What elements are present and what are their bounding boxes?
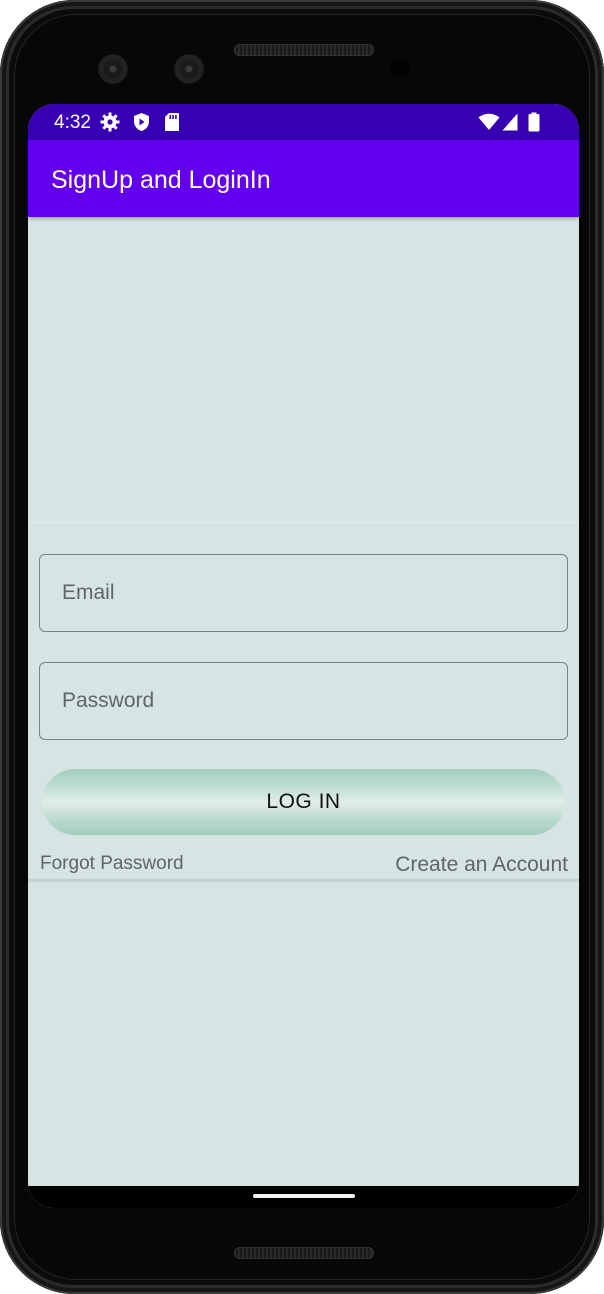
header-image-area (28, 217, 579, 523)
password-input[interactable] (40, 663, 567, 739)
bottom-speaker (234, 1247, 374, 1259)
app-bar: SignUp and LoginIn (28, 140, 579, 217)
front-camera-icon (174, 54, 204, 84)
earpiece-speaker (234, 44, 374, 56)
email-field[interactable] (39, 554, 568, 632)
email-input[interactable] (40, 555, 567, 631)
create-account-link[interactable]: Create an Account (395, 853, 568, 877)
signal-icon (502, 113, 518, 137)
proximity-sensor (390, 59, 410, 79)
navigation-bar (28, 1186, 579, 1208)
gear-icon (100, 112, 120, 138)
login-button[interactable]: LOG IN (42, 769, 565, 835)
shield-icon (132, 112, 151, 138)
battery-icon (528, 112, 540, 138)
password-field[interactable] (39, 662, 568, 740)
phone-frame: 4:32 SignUp and LoginIn Email LOG IN For… (0, 0, 604, 1294)
status-bar: 4:32 (28, 104, 579, 140)
home-gesture-handle[interactable] (253, 1194, 355, 1198)
forgot-password-link[interactable]: Forgot Password (40, 853, 184, 875)
sd-card-icon (164, 112, 180, 138)
app-screen: 4:32 SignUp and LoginIn Email LOG IN For… (28, 104, 579, 1208)
front-camera-icon (98, 54, 128, 84)
status-time: 4:32 (54, 112, 91, 133)
divider (28, 879, 579, 881)
app-title: SignUp and LoginIn (51, 166, 271, 194)
wifi-icon (478, 113, 500, 137)
